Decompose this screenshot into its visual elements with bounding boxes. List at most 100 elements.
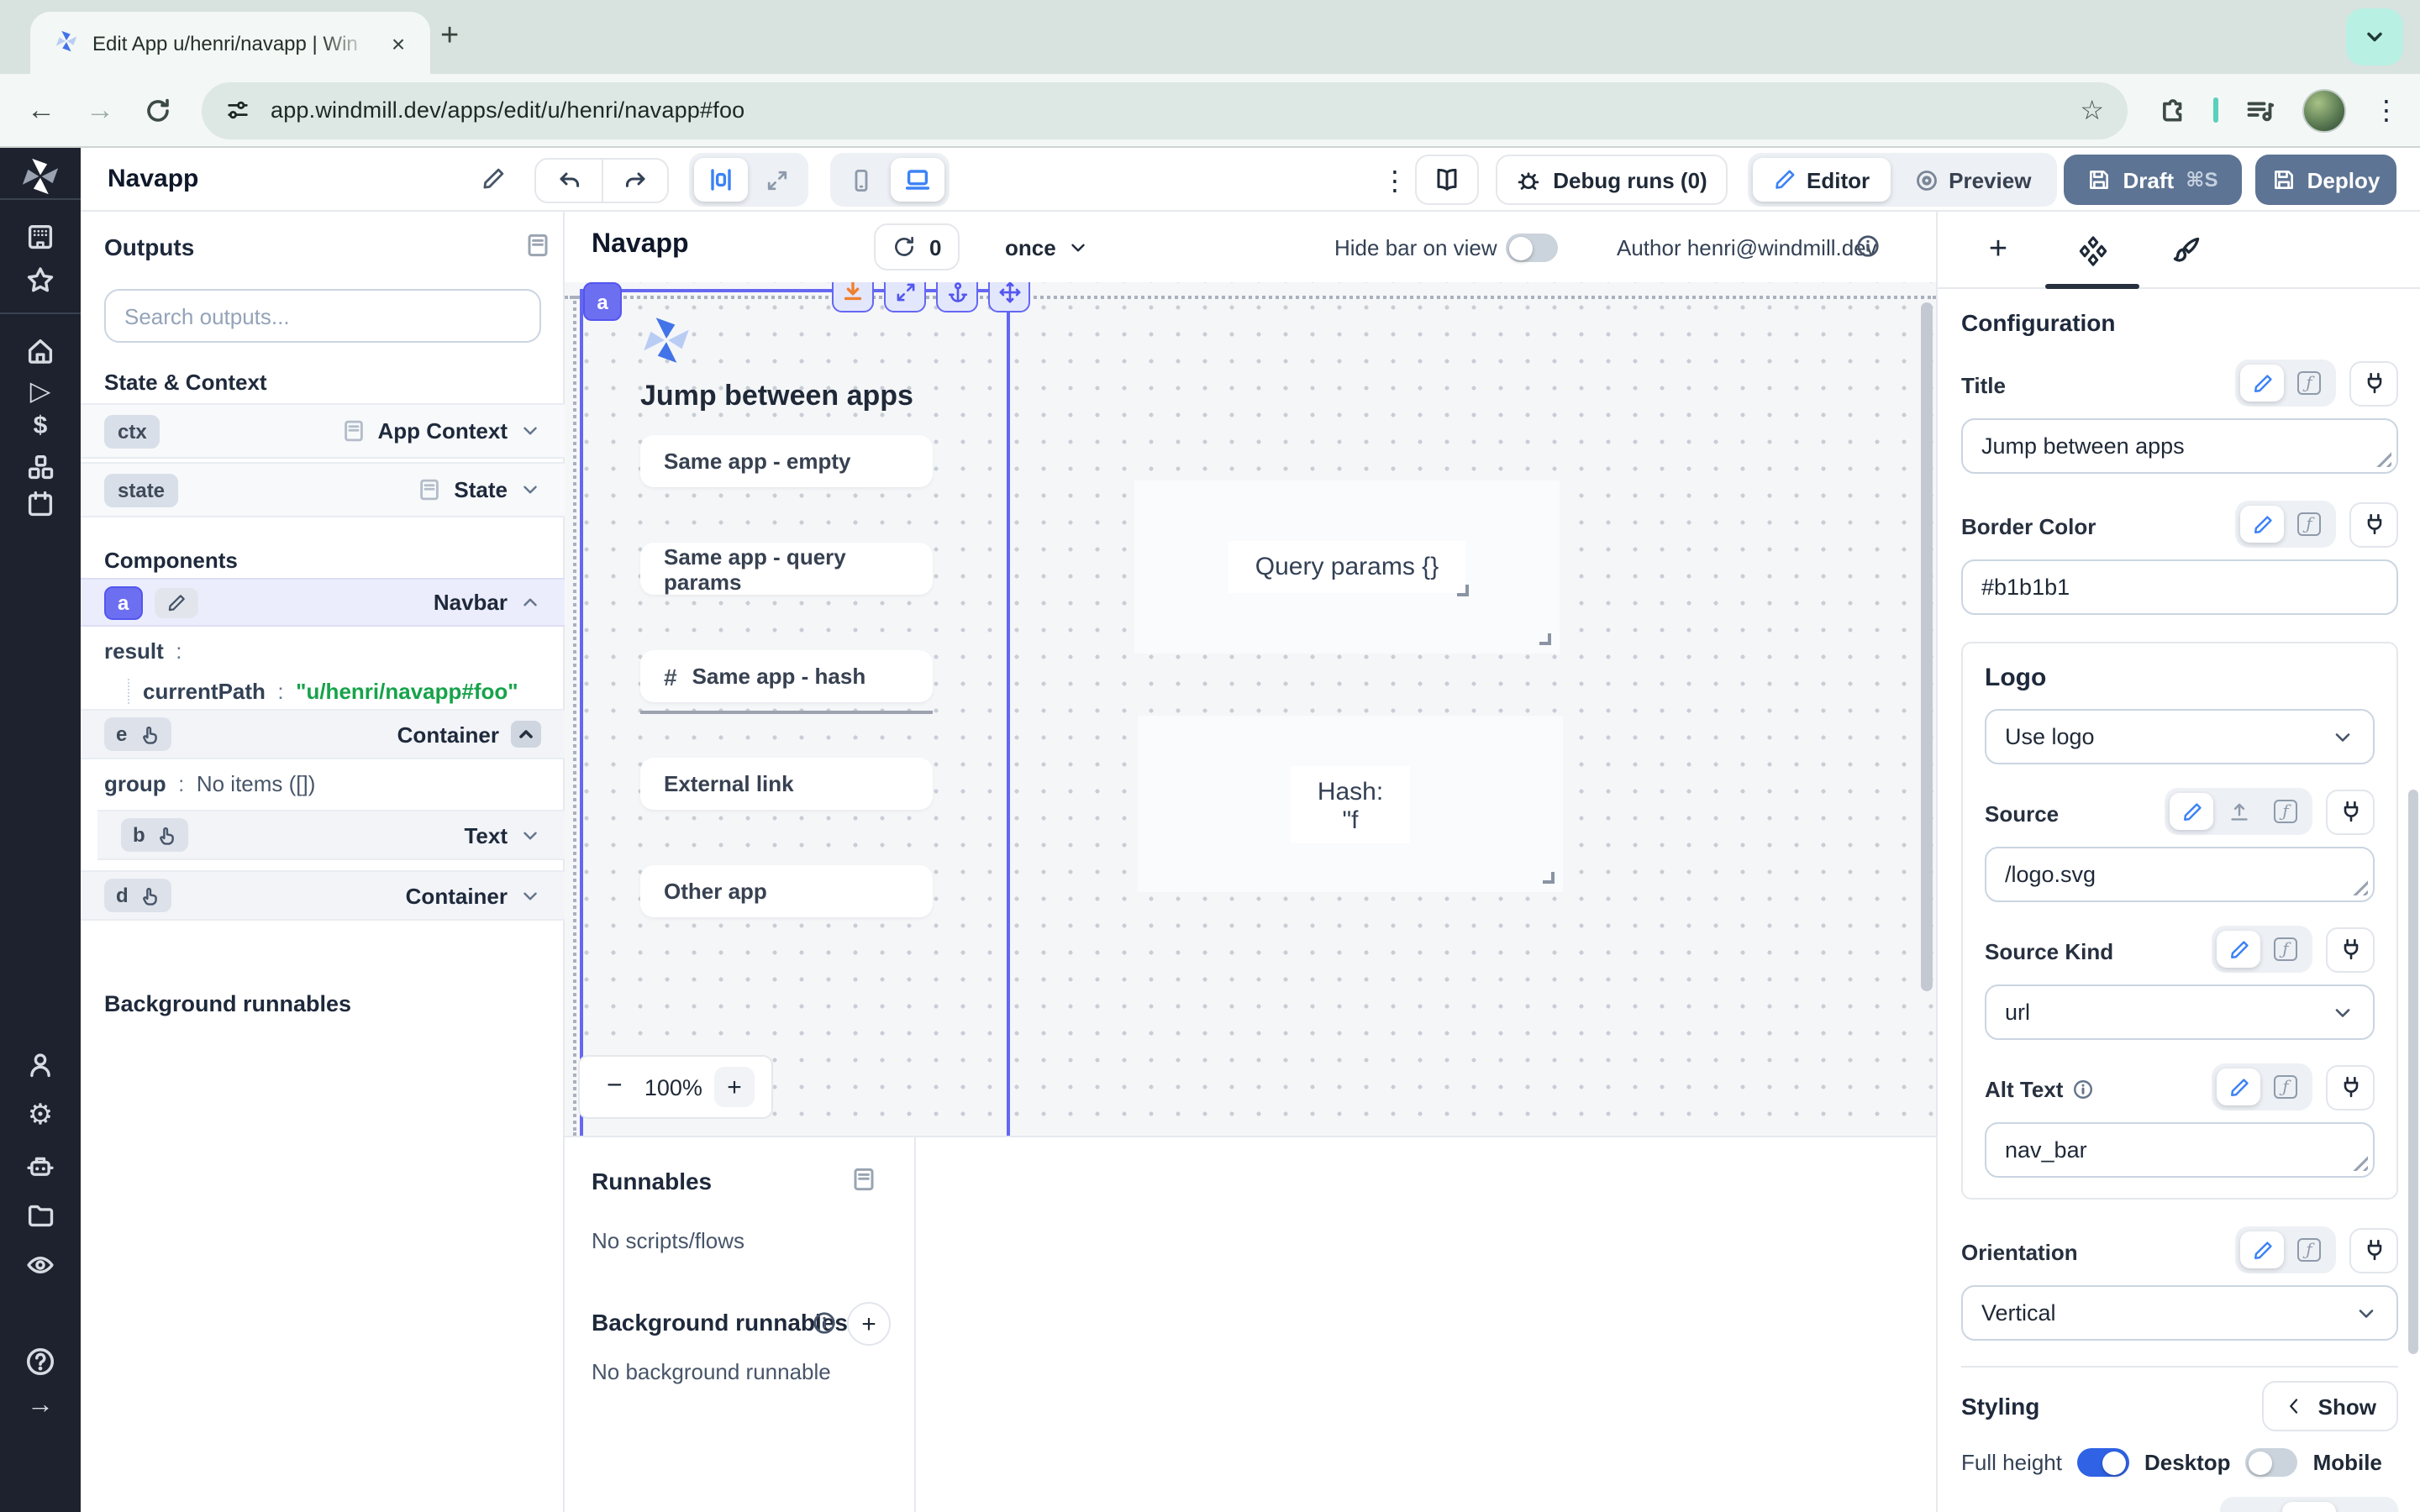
edit-title-icon[interactable] [481,166,506,192]
orientation-static-mode-button[interactable] [2240,1231,2284,1268]
border-color-fx-mode-button[interactable]: ƒ [2287,506,2331,543]
source-kind-static-mode-button[interactable] [2217,931,2260,968]
state-row[interactable]: state State [81,462,565,517]
panel-toggle-icon[interactable] [850,1166,877,1193]
app-canvas[interactable]: a Jump between apps Same app - [565,282,1936,1136]
tab-component-settings-icon[interactable] [2069,227,2116,274]
extensions-icon[interactable] [2158,96,2186,124]
zoom-out-button[interactable]: − [597,1072,633,1102]
query-params-box[interactable]: Query params {} [1134,480,1560,654]
mobile-view-button[interactable] [835,158,887,202]
title-fx-mode-button[interactable]: ƒ [2287,365,2331,402]
add-background-runnable-button[interactable]: + [847,1302,891,1346]
sidebar-item-folders[interactable] [25,1200,55,1230]
sidebar-item-settings-icon[interactable]: ⚙ [28,1099,54,1132]
media-queue-icon[interactable] [2245,95,2275,125]
centered-width-button[interactable] [694,158,748,202]
sidebar-item-audit-logs[interactable] [25,1250,55,1280]
browser-tab[interactable]: Edit App u/henri/navapp | Win × [30,12,430,74]
source-kind-connect-button[interactable] [2326,927,2375,972]
orientation-select[interactable]: Vertical [1961,1285,2398,1341]
full-width-button[interactable] [751,158,803,202]
canvas-scrollbar[interactable] [1921,302,1933,991]
alt-text-static-mode-button[interactable] [2217,1068,2260,1105]
collapse-sidebar-icon[interactable]: → [27,1391,54,1421]
tab-insert-icon[interactable]: + [1975,227,2022,274]
source-kind-select[interactable]: url [1985,984,2375,1040]
component-row-navbar[interactable]: a Navbar [81,578,565,627]
search-outputs-input[interactable]: Search outputs... [104,289,541,343]
settings-scrollbar[interactable] [2408,790,2418,1354]
refresh-mode-select[interactable]: once [1005,223,1090,270]
sidebar-item-workers[interactable] [25,1151,55,1181]
bookmark-star-icon[interactable]: ☆ [2080,93,2104,127]
source-upload-button[interactable] [2217,793,2260,830]
move-handle[interactable] [988,282,1030,312]
nav-item[interactable]: Other app [640,865,933,917]
resize-grip[interactable] [1539,633,1551,645]
component-id-badge[interactable]: a [583,282,622,321]
preview-tab[interactable]: Preview [1893,158,2051,202]
align-right-button[interactable] [2339,1502,2393,1512]
orientation-connect-button[interactable] [2349,1227,2398,1273]
profile-avatar[interactable] [2302,88,2346,132]
logo-mode-select[interactable]: Use logo [1985,709,2375,764]
desktop-mobile-toggle[interactable] [2246,1448,2298,1477]
border-color-connect-button[interactable] [2349,501,2398,547]
sidebar-item-apps[interactable] [25,222,55,252]
tab-close-icon[interactable]: × [383,28,413,58]
nav-item[interactable]: External link [640,758,933,810]
panel-toggle-icon[interactable] [524,232,551,259]
border-color-static-mode-button[interactable] [2240,506,2284,543]
source-connect-button[interactable] [2326,789,2375,834]
hide-bar-toggle[interactable] [1506,234,1558,262]
editor-tab[interactable]: Editor [1753,158,1890,202]
nav-item[interactable]: Same app - empty [640,435,933,487]
full-height-toggle[interactable] [2077,1448,2129,1477]
expand-down-handle[interactable] [832,282,874,312]
tab-styling-icon[interactable] [2163,227,2210,274]
sidebar-item-users[interactable] [25,1050,55,1080]
source-input[interactable]: /logo.svg [1985,847,2375,902]
resize-grip[interactable] [1402,834,1410,843]
title-input[interactable]: Jump between apps [1961,418,2398,474]
align-left-button[interactable] [2225,1502,2279,1512]
alt-text-connect-button[interactable] [2326,1064,2375,1110]
sidebar-item-schedules[interactable] [25,489,55,519]
draft-button[interactable]: Draft ⌘S [2064,155,2242,205]
sidebar-item-resources[interactable] [25,452,55,482]
expand-component-handle[interactable] [884,282,926,312]
current-path-entry[interactable]: currentPath : "u/henri/navapp#foo" [128,679,518,704]
show-styling-button[interactable]: Show [2263,1381,2398,1431]
sidebar-item-runs[interactable]: ▷ [30,375,51,408]
more-options-icon[interactable]: ⋮ [1381,165,1408,198]
window-chevron-button[interactable] [2346,8,2403,66]
border-color-input[interactable]: #b1b1b1 [1961,559,2398,615]
undo-button[interactable] [536,160,602,202]
align-center-button[interactable] [2282,1502,2336,1512]
navbar-component-selected[interactable]: a Jump between apps Same app - [580,289,1010,1136]
orientation-fx-mode-button[interactable]: ƒ [2287,1231,2331,1268]
component-row-container-e[interactable]: e Container [81,709,565,759]
help-icon[interactable] [24,1346,56,1378]
reload-icon[interactable] [145,97,171,123]
anchor-handle[interactable] [936,282,978,312]
title-connect-button[interactable] [2349,360,2398,406]
forward-icon[interactable]: → [86,93,114,127]
deploy-button[interactable]: Deploy [2255,155,2396,205]
sidebar-item-home[interactable] [25,336,55,366]
source-kind-fx-mode-button[interactable]: ƒ [2264,931,2307,968]
url-text[interactable]: app.windmill.dev/apps/edit/u/henri/navap… [271,97,2060,123]
ctx-row[interactable]: ctx App Context [81,403,565,459]
site-settings-icon[interactable] [225,97,250,123]
redo-button[interactable] [602,160,667,202]
desktop-view-button[interactable] [891,158,944,202]
url-bar[interactable]: app.windmill.dev/apps/edit/u/henri/navap… [202,81,2128,139]
source-fx-mode-button[interactable]: ƒ [2264,793,2307,830]
new-tab-icon[interactable]: + [440,18,459,55]
rename-component-icon[interactable] [154,587,197,617]
docs-button[interactable] [1415,155,1479,205]
browser-menu-icon[interactable]: ⋮ [2373,93,2400,127]
windmill-logo-icon[interactable] [18,155,62,203]
component-row-text-b[interactable]: b Text [97,810,565,860]
